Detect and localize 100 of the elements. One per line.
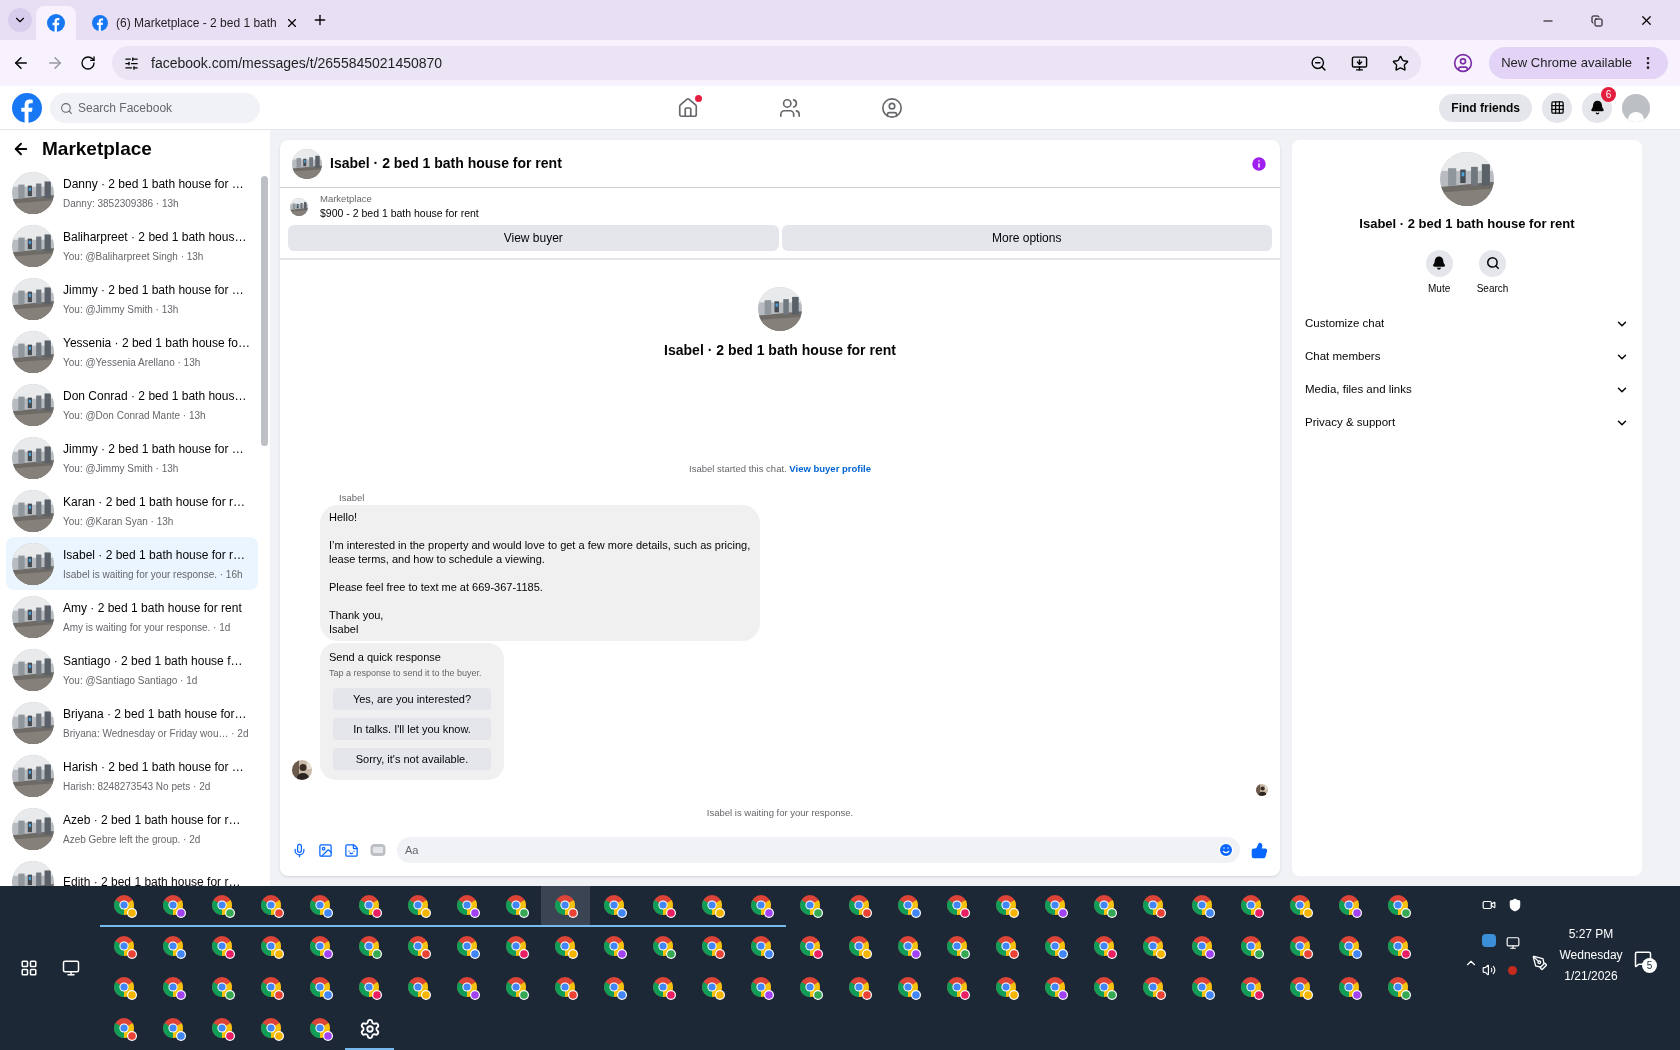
chrome-icon[interactable] [356,933,383,960]
chrome-icon[interactable] [552,892,579,919]
chrome-icon[interactable] [1336,974,1363,1001]
info-icon[interactable] [1250,154,1268,173]
update-button[interactable]: New Chrome available [1489,47,1668,79]
chrome-icon[interactable] [846,892,873,919]
conversation-item[interactable]: Santiago · 2 bed 1 bath house f… You: @Santiago Santiago · 1d [6,643,258,696]
chrome-icon[interactable] [258,933,285,960]
pen-icon[interactable] [1532,954,1548,971]
chrome-icon[interactable] [895,933,922,960]
chrome-icon[interactable] [454,974,481,1001]
chrome-icon[interactable] [111,892,138,919]
groups-icon[interactable] [880,96,903,119]
chrome-icon[interactable] [1140,933,1167,960]
chrome-icon[interactable] [1287,974,1314,1001]
restore-icon[interactable] [1591,14,1603,27]
details-section[interactable]: Customize chat [1304,307,1630,341]
chrome-icon[interactable] [1287,933,1314,960]
profile-icon[interactable] [1453,53,1474,73]
chrome-icon[interactable] [1091,933,1118,960]
chrome-icon[interactable] [944,974,971,1001]
install-icon[interactable] [1351,54,1369,72]
chrome-icon[interactable] [846,974,873,1001]
app-tray-icon[interactable] [1482,934,1496,947]
chrome-icon[interactable] [699,974,726,1001]
photo-icon[interactable] [318,842,333,858]
chrome-icon[interactable] [405,974,432,1001]
chrome-icon[interactable] [454,933,481,960]
chrome-icon[interactable] [895,892,922,919]
chrome-icon[interactable] [111,974,138,1001]
chrome-icon[interactable] [1385,974,1412,1001]
microphone-icon[interactable] [292,842,307,858]
view-buyer-profile-link[interactable]: View buyer profile [789,463,871,475]
conversation-item[interactable]: Isabel · 2 bed 1 bath house for r… Isabel is waiting for your response. · 16h [6,537,258,590]
reload-icon[interactable] [80,55,96,71]
conversation-item[interactable]: Jimmy · 2 bed 1 bath house for … You: @Jimmy Smith · 13h [6,431,258,484]
conversation-item[interactable]: Briyana · 2 bed 1 bath house for… Briyana: Wednesday or Friday wou… · 2d [6,696,258,749]
chrome-icon[interactable] [797,933,824,960]
conversation-item[interactable]: Harish · 2 bed 1 bath house for … Harish: 8248273543 No pets · 2d [6,749,258,802]
windows-start-icon[interactable] [20,959,38,977]
chrome-icon[interactable] [1385,892,1412,919]
chrome-icon[interactable] [258,1015,285,1042]
chrome-icon[interactable] [650,892,677,919]
close-icon[interactable] [1639,13,1654,28]
facebook-logo[interactable] [12,92,42,123]
chrome-icon[interactable] [160,974,187,1001]
chrome-icon[interactable] [748,892,775,919]
details-section[interactable]: Privacy & support [1304,406,1630,440]
chrome-icon[interactable] [160,892,187,919]
bookmark-icon[interactable] [1392,54,1410,72]
chrome-icon[interactable] [209,892,236,919]
chrome-icon[interactable] [1042,974,1069,1001]
chrome-icon[interactable] [1238,933,1265,960]
chrome-icon[interactable] [1189,974,1216,1001]
chrome-icon[interactable] [1042,892,1069,919]
chrome-icon[interactable] [1140,892,1167,919]
chrome-icon[interactable] [699,892,726,919]
chrome-icon[interactable] [111,1015,138,1042]
pinned-tab[interactable] [36,6,76,40]
back-icon[interactable] [12,54,30,72]
volume-icon[interactable] [1482,963,1496,977]
chrome-icon[interactable] [846,933,873,960]
chrome-icon[interactable] [1238,892,1265,919]
chrome-icon[interactable] [503,974,530,1001]
settings-icon[interactable] [358,1017,381,1040]
security-icon[interactable] [1508,898,1522,912]
sticker-icon[interactable] [344,842,359,858]
chrome-icon[interactable] [650,933,677,960]
message-input[interactable]: Aa [397,837,1240,863]
chrome-icon[interactable] [944,892,971,919]
chrome-icon[interactable] [209,1015,236,1042]
notifications-button[interactable] [1582,92,1612,123]
new-tab-icon[interactable] [312,12,328,28]
chrome-icon[interactable] [1140,974,1167,1001]
chrome-icon[interactable] [356,892,383,919]
conversation-item[interactable]: Amy · 2 bed 1 bath house for rent Amy is waiting for your response. · 1d [6,590,258,643]
tab-list-button[interactable] [8,8,32,32]
meet-now-icon[interactable] [1482,898,1496,912]
quick-response-button[interactable]: Yes, are you interested? [333,687,491,710]
home-icon[interactable] [676,96,699,119]
chrome-icon[interactable] [111,933,138,960]
chrome-icon[interactable] [1336,892,1363,919]
search-button[interactable] [1479,249,1506,277]
quick-response-button[interactable]: Sorry, it's not available. [333,747,491,770]
chrome-icon[interactable] [307,1015,334,1042]
chrome-icon[interactable] [1238,974,1265,1001]
conversation-item[interactable]: Karan · 2 bed 1 bath house for r… You: @Karan Syan · 13h [6,484,258,537]
chrome-icon[interactable] [258,892,285,919]
chrome-icon[interactable] [307,974,334,1001]
chrome-icon[interactable] [1336,933,1363,960]
chrome-icon[interactable] [993,933,1020,960]
listing-button[interactable]: View buyer [288,225,779,251]
address-bar[interactable]: facebook.com/messages/t/2655845021450870 [112,46,1422,80]
conversation-item[interactable]: Azeb · 2 bed 1 bath house for r… Azeb Gebre left the group. · 2d [6,802,258,855]
menu-button[interactable] [1542,92,1572,123]
listing-button[interactable]: More options [781,225,1272,251]
chrome-icon[interactable] [356,974,383,1001]
details-section[interactable]: Media, files and links [1304,373,1630,407]
chrome-icon[interactable] [552,933,579,960]
chrome-icon[interactable] [748,933,775,960]
